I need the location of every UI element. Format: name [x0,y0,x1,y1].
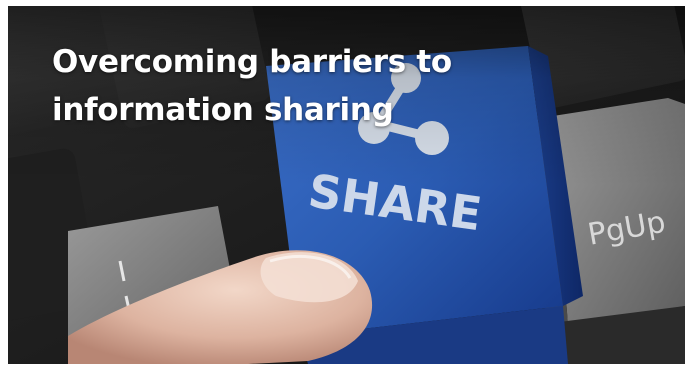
banner-title: Overcoming barriers to information shari… [52,44,452,128]
hero-banner: PgUp SHARE Overcoming barriers to inform… [8,6,685,364]
